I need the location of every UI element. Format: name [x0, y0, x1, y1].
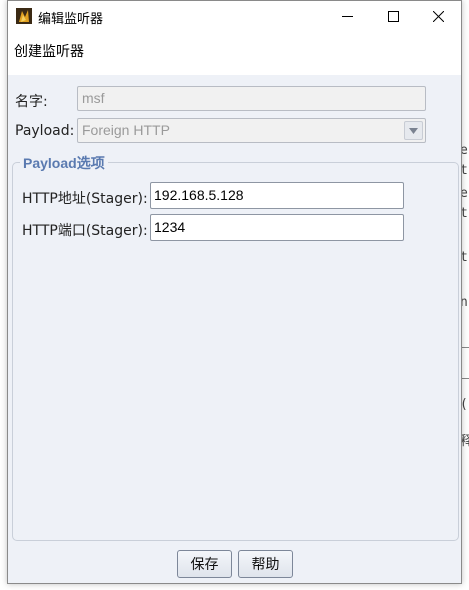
save-button[interactable]: 保存 [177, 550, 232, 578]
app-logo-icon [16, 8, 32, 24]
payload-options-group: Payload选项 HTTP地址(Stager): 192.168.5.128 … [12, 153, 459, 541]
window-title: 编辑监听器 [38, 12, 104, 27]
close-icon [432, 11, 444, 22]
close-button[interactable] [415, 1, 461, 32]
payload-selected-value: Foreign HTTP [82, 122, 170, 138]
edit-listener-dialog: 编辑监听器 创建监听器 名字: msf Payload: Foreign HTT… [7, 0, 462, 584]
payload-select[interactable]: Foreign HTTP [77, 118, 426, 143]
dialog-header: 创建监听器 [8, 32, 461, 75]
title-bar[interactable]: 编辑监听器 [8, 1, 461, 32]
group-title: Payload选项 [20, 153, 108, 173]
host-label: HTTP地址(Stager): [22, 191, 148, 207]
help-button[interactable]: 帮助 [238, 550, 293, 578]
port-label: HTTP端口(Stager): [22, 223, 148, 239]
header-title: 创建监听器 [14, 44, 84, 60]
name-label: 名字: [15, 94, 48, 110]
payload-label: Payload: [15, 123, 75, 139]
maximize-icon [387, 11, 399, 22]
minimize-icon [341, 11, 353, 22]
minimize-button[interactable] [324, 1, 370, 32]
chevron-down-icon[interactable] [404, 121, 423, 140]
host-input[interactable]: 192.168.5.128 [150, 182, 404, 209]
form-panel: 名字: msf Payload: Foreign HTTP Payload选项 … [8, 75, 461, 545]
port-input[interactable]: 1234 [150, 214, 404, 241]
name-field[interactable]: msf [77, 86, 426, 111]
dialog-footer: 保存 帮助 [8, 545, 461, 583]
maximize-button[interactable] [370, 1, 416, 32]
